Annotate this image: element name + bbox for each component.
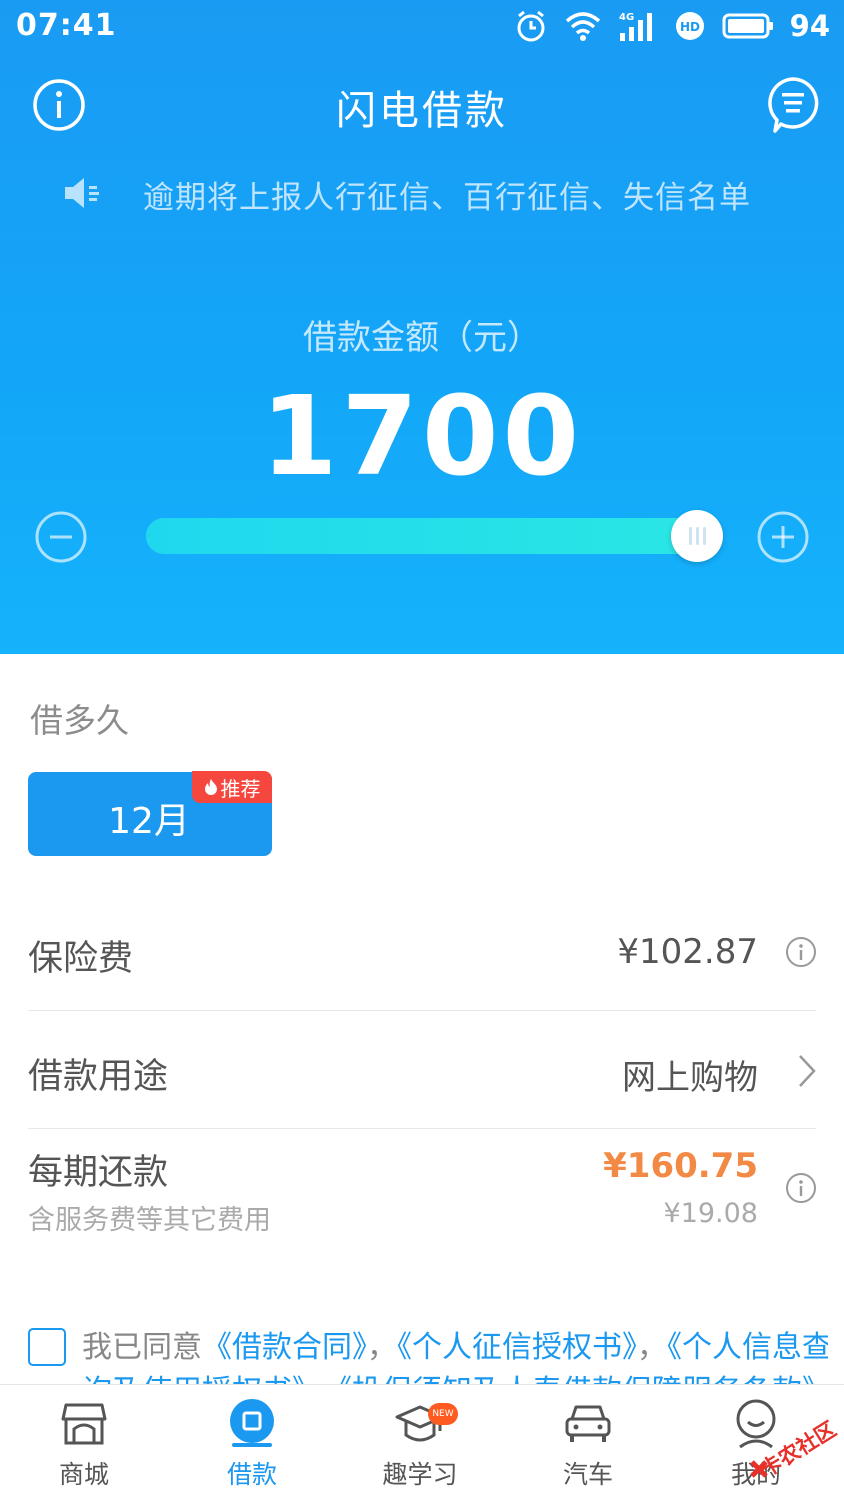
agreement-prefix: 我已同意 [82,1330,202,1365]
chevron-right-icon[interactable] [796,1053,818,1089]
installment-info-icon[interactable] [785,1172,817,1204]
agreement-separator: ， [307,1374,337,1384]
speaker-icon [65,178,99,208]
agreement-separator: ， [637,1330,667,1365]
notice-text: 逾期将上报人行征信、百行征信、失信名单 [143,180,751,216]
notice-bar: 逾期将上报人行征信、百行征信、失信名单 [0,170,844,218]
flame-icon [204,779,217,795]
agreement-row: 我已同意《借款合同》，《个人征信授权书》，《个人信息查询及使用授权书》，《投保须… [28,1326,828,1384]
status-bar: 07:41 4G HD 94 [0,0,844,52]
tab-car[interactable]: 汽车 [504,1385,672,1500]
divider [28,1128,816,1129]
amount-slider-thumb[interactable] [671,510,723,562]
amount-label: 借款金额（元） [303,318,541,358]
tab-label: 借款 [226,1460,277,1489]
status-icons: 4G HD 94 [514,6,830,46]
message-icon[interactable] [766,76,820,134]
installment-label: 每期还款 [28,1153,169,1193]
amount-slider-fill [146,518,697,554]
installment-sub-label: 含服务费等其它费用 [28,1205,271,1236]
bottom-tab-bar: 商城 借款 NEW 趣学习 汽车 我 [0,1384,844,1500]
installment-row: 每期还款 含服务费等其它费用 ¥160.75 ¥19.08 [28,1144,816,1240]
hd-icon: HD [675,12,704,40]
loan-contract-link[interactable]: 《借款合同》 [202,1330,367,1365]
loan-icon [230,1399,274,1447]
store-icon [61,1403,107,1445]
battery-icon [722,13,773,39]
insurance-terms-link[interactable]: 《投保须知及人寿借款保障服务条款》 [337,1374,828,1384]
battery-level: 94 [789,9,830,43]
signal-icon: 4G [619,12,652,41]
page-title: 闪电借款 [336,88,508,134]
installment-fee: ¥19.08 [663,1198,758,1229]
increase-amount-button[interactable] [756,510,810,564]
new-badge: NEW [428,1403,458,1425]
insurance-info-icon[interactable] [785,936,817,968]
insurance-row: 保险费 ¥102.87 [28,926,816,986]
decrease-amount-button[interactable] [34,510,88,564]
loan-purpose-row[interactable]: 借款用途 网上购物 [28,1044,816,1104]
agreement-checkbox[interactable] [28,1328,66,1366]
watermark-logo: 卡农社区 [750,1417,840,1482]
amount-value: 1700 [260,372,584,500]
svg-text:HD: HD [680,20,700,34]
recommend-badge: 推荐 [192,771,272,803]
tab-learning[interactable]: NEW 趣学习 [336,1385,504,1500]
tab-label: 汽车 [562,1460,613,1489]
loan-purpose-label: 借款用途 [28,1057,169,1097]
term-section-label: 借多久 [30,701,129,740]
tab-label: 趣学习 [382,1460,458,1489]
amount-slider[interactable] [146,518,708,554]
agreement-separator: ， [367,1330,397,1365]
tab-label: 商城 [58,1460,109,1489]
status-time: 07:41 [16,8,117,43]
insurance-label: 保险费 [28,939,134,979]
svg-text:卡农社区: 卡农社区 [756,1417,840,1482]
loan-hero-panel: 07:41 4G HD 94 闪电借款 逾期将上报人行征信、百行征信、失信名单 … [0,0,844,654]
wifi-icon [565,12,600,41]
loan-purpose-value: 网上购物 [622,1058,758,1098]
tab-mall[interactable]: 商城 [0,1385,168,1500]
tab-loan[interactable]: 借款 [168,1385,336,1500]
installment-amount: ¥160.75 [603,1146,758,1186]
car-icon [565,1405,611,1442]
credit-authorization-link[interactable]: 《个人征信授权书》 [397,1330,637,1365]
svg-text:4G: 4G [619,12,634,23]
divider [28,1010,816,1011]
recommend-badge-text: 推荐 [220,776,261,801]
agreement-text: 我已同意《借款合同》，《个人征信授权书》，《个人信息查询及使用授权书》，《投保须… [82,1326,828,1384]
alarm-icon [517,10,545,42]
insurance-value: ¥102.87 [617,932,758,972]
